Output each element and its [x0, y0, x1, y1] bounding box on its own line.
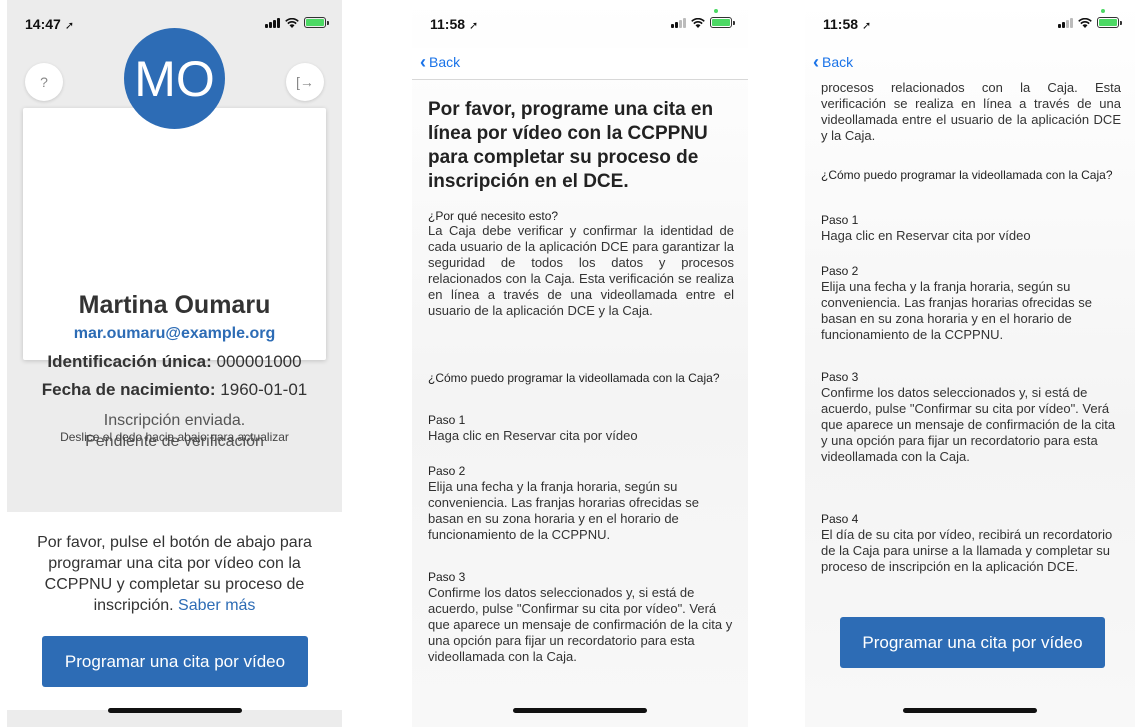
- page-heading: Por favor, programe una cita en línea po…: [428, 99, 714, 192]
- logout-icon: [→: [296, 74, 314, 90]
- back-label: Back: [822, 54, 854, 70]
- profile-card: Martina Oumaru mar.oumaru@example.org Id…: [23, 108, 326, 450]
- wifi-icon: [691, 17, 705, 28]
- signal-icon: [1058, 17, 1073, 28]
- unique-id-row: Identificación única: 000001000: [23, 352, 326, 372]
- camera-indicator-icon: [1101, 9, 1105, 13]
- time-text: 11:58: [430, 16, 466, 32]
- user-name: Martina Oumaru: [78, 291, 271, 319]
- help-icon: ?: [40, 74, 48, 90]
- status-bar: 11:58 ➚: [805, 0, 1135, 46]
- status-time: 11:58 ➚: [430, 16, 478, 32]
- back-label: Back: [429, 54, 461, 70]
- battery-charging-icon: [1097, 17, 1122, 28]
- birthdate-label: Fecha de nacimiento:: [41, 380, 216, 399]
- step-1-title: Paso 1: [428, 413, 466, 427]
- signal-icon: [671, 17, 686, 28]
- status-line-1: Inscripción enviada.: [103, 412, 246, 429]
- screen-profile: 14:47 ➚ ? [→ Martina Oumaru mar.oumaru@ex…: [7, 0, 342, 727]
- step-3-title: Paso 3: [821, 370, 859, 384]
- chevron-left-icon: ‹: [420, 52, 426, 72]
- help-button[interactable]: ?: [25, 63, 63, 101]
- nav-bar: ‹ Back: [805, 48, 1135, 80]
- status-icons: [1058, 17, 1122, 28]
- step-3-title: Paso 3: [428, 570, 466, 584]
- status-time: 14:47 ➚: [25, 16, 74, 32]
- screen-info-bottom: 11:58 ➚ ‹ Back procesos relacionados con l…: [805, 0, 1135, 727]
- time-text: 14:47: [25, 16, 61, 32]
- why-answer: La Caja debe verificar y confirmar la id…: [428, 223, 734, 318]
- logout-button[interactable]: [→: [286, 63, 324, 101]
- step-2-title: Paso 2: [821, 264, 859, 278]
- step-2-text: Elija una fecha y la franja horaria, seg…: [821, 279, 1092, 342]
- location-arrow-icon: ➚: [64, 20, 75, 32]
- refresh-hint: Deslice el dedo hacia abajo para actuali…: [60, 430, 289, 444]
- battery-charging-icon: [304, 17, 329, 28]
- step-2-text: Elija una fecha y la franja horaria, seg…: [428, 479, 699, 542]
- back-button[interactable]: ‹ Back: [813, 52, 854, 72]
- chevron-left-icon: ‹: [813, 52, 819, 72]
- step-2-title: Paso 2: [428, 464, 466, 478]
- schedule-video-button[interactable]: Programar una cita por vídeo: [42, 636, 308, 687]
- step-4-title: Paso 4: [821, 512, 859, 526]
- time-text: 11:58: [823, 16, 859, 32]
- step-3-text: Confirme los datos seleccionados y, si e…: [821, 385, 1116, 464]
- step-1-title: Paso 1: [821, 213, 859, 227]
- how-question: ¿Cómo puedo programar la videollamada co…: [428, 371, 720, 385]
- user-email: mar.oumaru@example.org: [73, 325, 276, 342]
- prompt-text: Por favor, pulse el botón de abajo para …: [37, 534, 312, 614]
- screen-info-top: 11:58 ➚ ‹ Back Por favor, programe una cit…: [412, 0, 748, 727]
- why-question: ¿Por qué necesito esto?: [428, 209, 559, 223]
- verification-text: procesos relacionados con la Caja. Esta …: [821, 80, 1121, 143]
- step-1-text: Haga clic en Reservar cita por vídeo: [428, 428, 638, 443]
- back-button[interactable]: ‹ Back: [420, 52, 461, 72]
- birthdate-value: 1960-01-01: [220, 380, 308, 399]
- schedule-prompt: Por favor, pulse el botón de abajo para …: [17, 532, 332, 616]
- birthdate-row: Fecha de nacimiento: 1960-01-01: [23, 380, 326, 400]
- unique-id-label: Identificación única:: [47, 352, 212, 371]
- unique-id-value: 000001000: [216, 352, 302, 371]
- home-indicator[interactable]: [903, 708, 1037, 713]
- battery-charging-icon: [710, 17, 735, 28]
- step-3-text: Confirme los datos seleccionados y, si e…: [428, 585, 733, 664]
- schedule-panel: Por favor, pulse el botón de abajo para …: [7, 512, 342, 710]
- home-indicator[interactable]: [107, 708, 242, 713]
- signal-icon: [265, 17, 280, 28]
- wifi-icon: [1078, 17, 1092, 28]
- status-icons: [265, 17, 329, 28]
- how-question: ¿Cómo puedo programar la videollamada co…: [821, 168, 1113, 182]
- avatar: MO: [124, 28, 225, 129]
- schedule-video-button[interactable]: Programar una cita por vídeo: [840, 617, 1105, 668]
- step-1-text: Haga clic en Reservar cita por vídeo: [821, 228, 1031, 243]
- wifi-icon: [285, 17, 299, 28]
- step-4-text: El día de su cita por vídeo, recibirá un…: [821, 527, 1113, 574]
- status-icons: [671, 17, 735, 28]
- home-indicator[interactable]: [513, 708, 647, 713]
- location-arrow-icon: ➚: [469, 20, 479, 32]
- status-time: 11:58 ➚: [823, 16, 871, 32]
- camera-indicator-icon: [714, 9, 718, 13]
- status-bar: 11:58 ➚: [412, 0, 748, 46]
- location-arrow-icon: ➚: [862, 20, 872, 32]
- learn-more-link[interactable]: Saber más: [178, 597, 255, 614]
- nav-bar: ‹ Back: [412, 48, 748, 80]
